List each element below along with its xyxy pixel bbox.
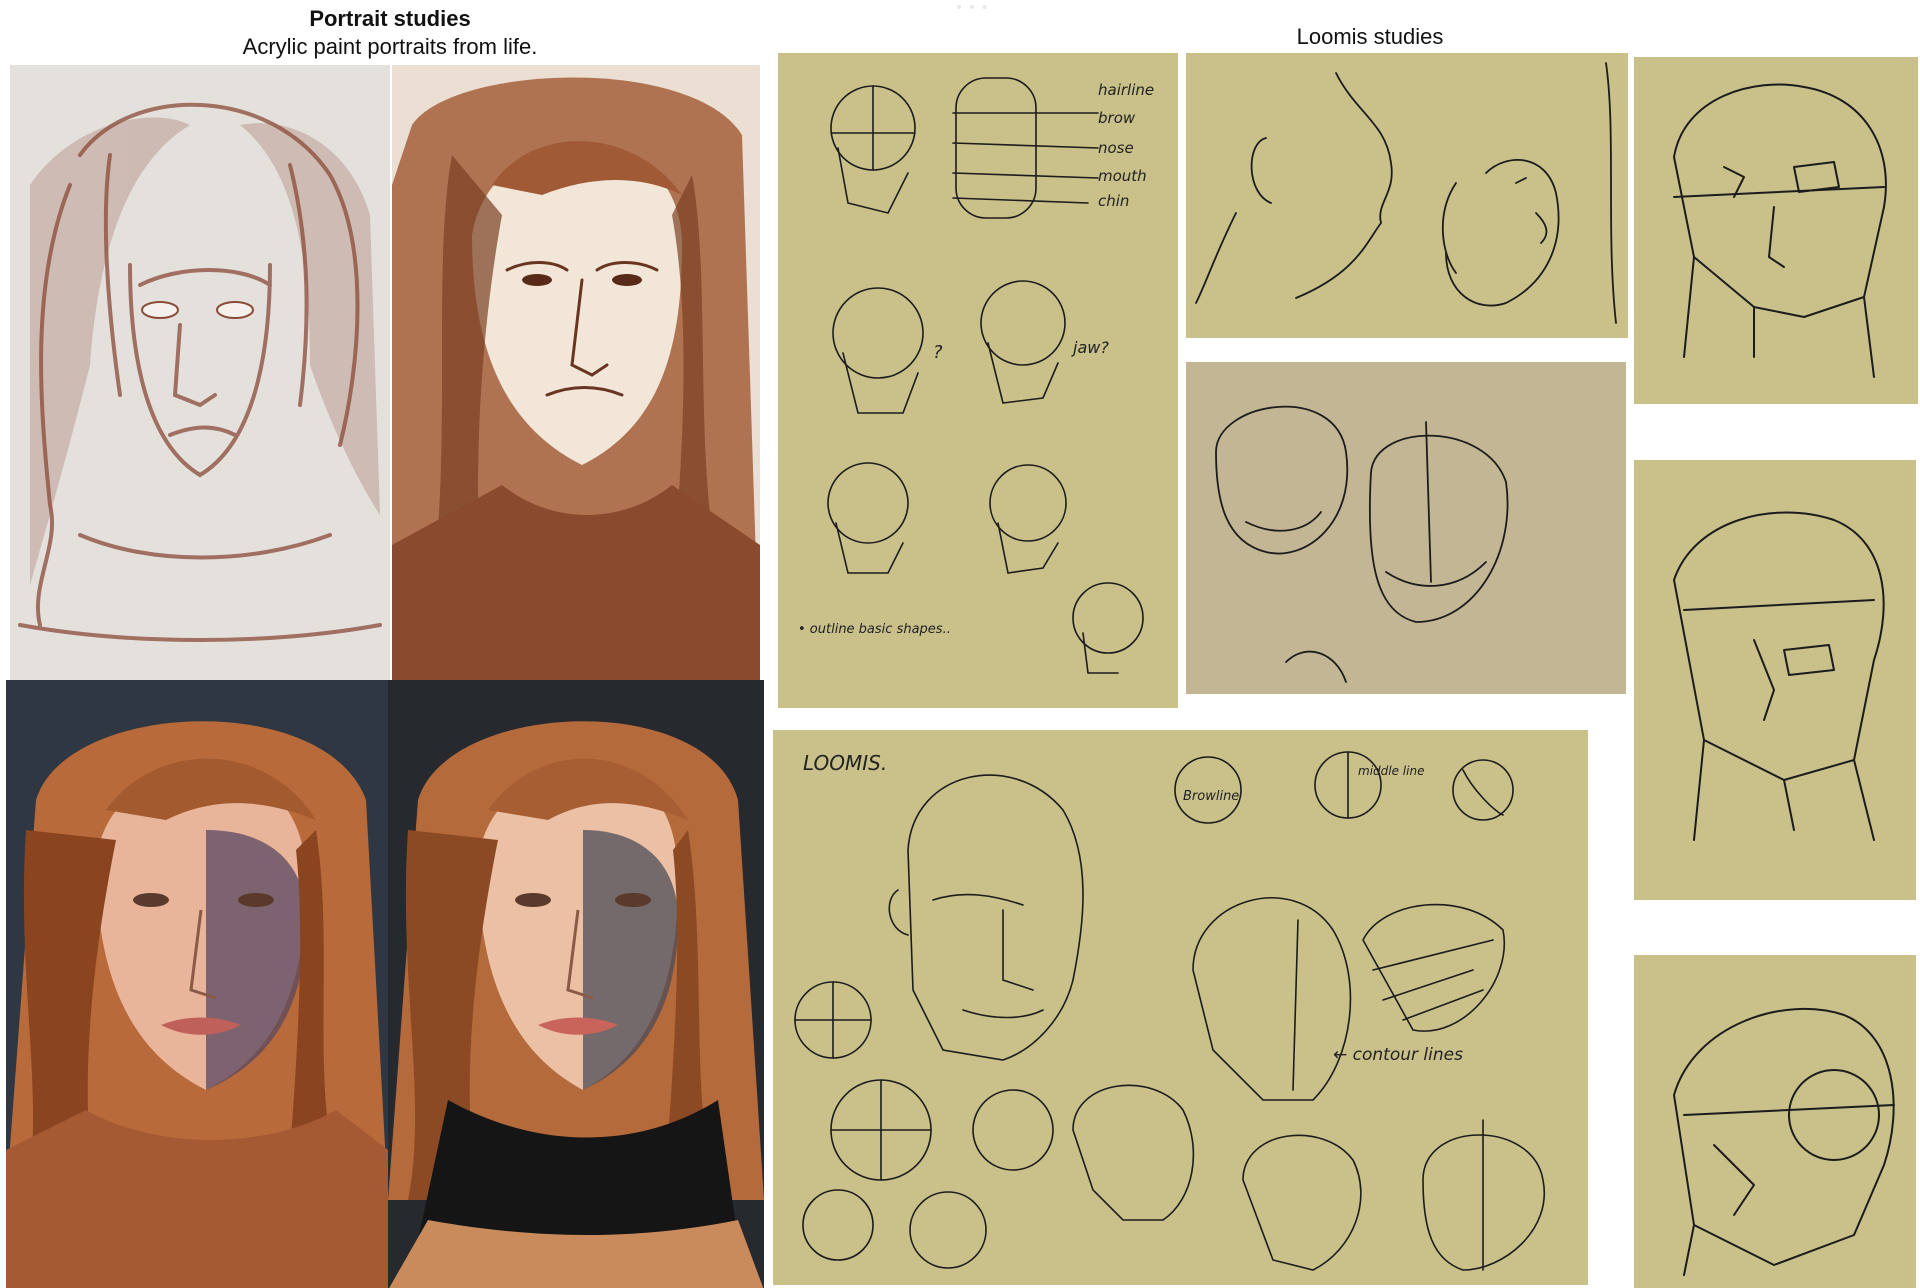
sketch-label-nose: nose — [1098, 139, 1134, 157]
sketch-loomis-heading: LOOMIS. — [803, 751, 887, 775]
loomis-sketch-smiling-faces — [1186, 362, 1626, 694]
portrait-color-painting-2 — [388, 680, 764, 1288]
loomis-sketch-sheet-main: LOOMIS. Browline middle line ← contour l… — [773, 730, 1588, 1285]
portrait-underpainting-sketch — [10, 65, 390, 680]
sketch-label-hairline: hairline — [1098, 81, 1154, 99]
loomis-sketch-sheet-skulls: hairline brow nose mouth chin ? jaw? • o… — [778, 53, 1178, 708]
sketch-note-outline: • outline basic shapes.. — [798, 622, 951, 637]
portrait-studies-title: Portrait studies — [309, 6, 471, 31]
sketch-label-mouth: mouth — [1098, 167, 1147, 185]
sketch-note-question: ? — [933, 342, 943, 363]
drag-handle-dots: • • • — [955, 0, 989, 16]
portrait-color-painting-1 — [6, 680, 388, 1288]
sketch-label-brow: brow — [1098, 109, 1136, 127]
sketch-note-jaw: jaw? — [1071, 338, 1109, 357]
loomis-sketch-profiles — [1186, 53, 1628, 338]
sketch-label-middle-line: middle line — [1358, 764, 1424, 778]
loomis-planar-head-2 — [1634, 460, 1916, 900]
loomis-planar-head-3 — [1634, 955, 1916, 1288]
sketch-label-contour-lines: ← contour lines — [1333, 1045, 1463, 1065]
sketch-label-chin: chin — [1098, 192, 1129, 210]
sketch-label-browline: Browline — [1183, 789, 1239, 804]
loomis-studies-title: Loomis studies — [1296, 24, 1444, 49]
portrait-underpainting-toned — [392, 65, 760, 680]
portrait-studies-subtitle: Acrylic paint portraits from life. — [242, 34, 538, 59]
loomis-planar-head-1 — [1634, 57, 1918, 404]
